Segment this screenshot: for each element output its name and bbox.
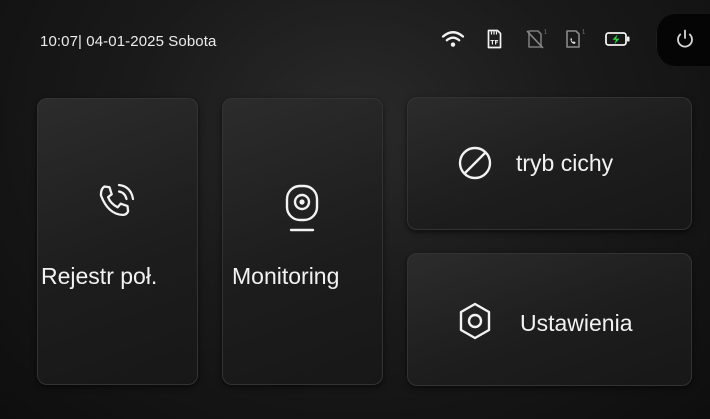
svg-text:1: 1 xyxy=(544,30,547,36)
phone-calls-icon xyxy=(99,183,135,217)
power-icon xyxy=(677,29,693,48)
svg-text:TF: TF xyxy=(490,40,498,47)
quiet-mode-tile[interactable]: tryb cichy xyxy=(407,97,692,230)
battery-charging-icon xyxy=(603,26,633,52)
svg-text:1: 1 xyxy=(582,30,585,36)
power-button[interactable] xyxy=(656,14,710,66)
home-screen: 10:07| 04-01-2025 Sobota TF 1 1 Rejestr … xyxy=(0,0,710,419)
datetime-label: 10:07| 04-01-2025 Sobota xyxy=(40,33,217,50)
do-not-disturb-icon xyxy=(458,146,492,180)
settings-tile[interactable]: Ustawienia xyxy=(407,253,692,386)
status-bar: 10:07| 04-01-2025 Sobota TF 1 1 xyxy=(0,0,710,78)
sim-icon: 1 xyxy=(561,26,587,52)
call-log-tile[interactable]: Rejestr poł. xyxy=(37,98,198,385)
settings-hexagon-icon xyxy=(459,302,491,340)
monitoring-tile[interactable]: Monitoring xyxy=(222,98,383,385)
wifi-icon xyxy=(440,26,466,52)
quiet-mode-label: tryb cichy xyxy=(516,150,614,176)
tf-card-icon: TF xyxy=(481,26,507,52)
camera-icon xyxy=(285,184,319,232)
monitoring-label: Monitoring xyxy=(232,263,340,289)
call-log-label: Rejestr poł. xyxy=(41,263,158,289)
settings-label: Ustawienia xyxy=(520,310,633,336)
no-signal-icon: 1 xyxy=(522,26,548,52)
